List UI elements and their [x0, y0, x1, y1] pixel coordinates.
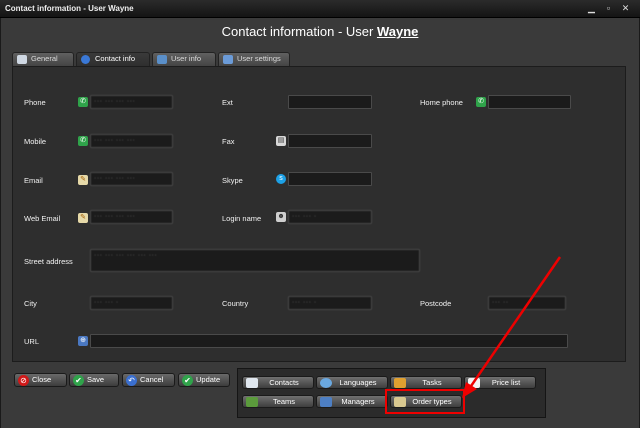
- teams-icon: [246, 397, 258, 407]
- user-settings-icon: [223, 55, 233, 64]
- home-phone-label: Home phone: [420, 98, 463, 107]
- globe-icon: ⊕: [78, 336, 88, 346]
- home-phone-field[interactable]: [488, 95, 571, 109]
- undo-icon: ↶: [126, 375, 137, 386]
- skype-label: Skype: [222, 176, 243, 185]
- close-button-label: Close: [32, 375, 52, 384]
- tab-contact-info-label: Contact info: [95, 54, 136, 63]
- user-icon: ☻: [276, 212, 286, 222]
- street-address-field[interactable]: ··· ··· ··· ··· ··· ···: [90, 249, 420, 272]
- close-button[interactable]: ⊘ Close: [14, 373, 67, 387]
- web-email-field[interactable]: ··· ··· ··· ···: [90, 210, 173, 224]
- fax-field[interactable]: [288, 134, 372, 148]
- phone-label: Phone: [24, 98, 46, 107]
- info-icon: [81, 55, 90, 64]
- languages-icon: [320, 378, 332, 388]
- tab-contact-info[interactable]: Contact info: [76, 52, 150, 67]
- managers-icon: [320, 397, 332, 407]
- window-title: Contact information - User Wayne: [5, 4, 134, 13]
- id-card-icon: [17, 55, 27, 64]
- tasks-button[interactable]: Tasks: [390, 376, 462, 389]
- tasks-button-label: Tasks: [422, 378, 442, 387]
- tab-user-settings[interactable]: User settings: [218, 52, 290, 66]
- order-types-highlight: [385, 389, 465, 414]
- email-field[interactable]: ··· ··· ··· ···: [90, 172, 173, 186]
- url-label: URL: [24, 337, 40, 346]
- languages-button[interactable]: Languages: [316, 376, 388, 389]
- ext-field[interactable]: [288, 95, 372, 109]
- web-email-icon: ✎: [78, 213, 88, 223]
- postcode-label: Postcode: [420, 299, 452, 308]
- city-field[interactable]: ··· ··· ·: [90, 296, 173, 310]
- update-button[interactable]: ✔ Update: [178, 373, 230, 387]
- close-window-icon[interactable]: ✕: [620, 3, 631, 14]
- email-label: Email: [24, 176, 43, 185]
- contacts-button-label: Contacts: [269, 378, 299, 387]
- email-icon: ✎: [78, 175, 88, 185]
- title-bar: Contact information - User Wayne ▁ ▫ ✕: [0, 0, 640, 18]
- contacts-icon: [246, 378, 258, 388]
- managers-button-label: Managers: [341, 397, 375, 406]
- phone-field[interactable]: ··· ··· ··· ···: [90, 95, 173, 109]
- tab-general-label: General: [31, 54, 58, 63]
- cancel-button[interactable]: ↶ Cancel: [122, 373, 175, 387]
- street-address-label: Street address: [24, 257, 73, 266]
- price-list-button-label: Price list: [491, 378, 521, 387]
- home-phone-icon: ✆: [476, 97, 486, 107]
- page-title-prefix: Contact information - User: [221, 24, 377, 39]
- save-button-label: Save: [87, 375, 105, 384]
- cancel-button-label: Cancel: [140, 375, 164, 384]
- price-list-button[interactable]: Price list: [464, 376, 536, 389]
- country-label: Country: [222, 299, 249, 308]
- fax-label: Fax: [222, 137, 235, 146]
- save-button[interactable]: ✔ Save: [69, 373, 119, 387]
- contacts-button[interactable]: Contacts: [242, 376, 314, 389]
- languages-button-label: Languages: [339, 378, 377, 387]
- mobile-field[interactable]: ··· ··· ··· ···: [90, 134, 173, 148]
- price-list-icon: [468, 378, 480, 388]
- mobile-label: Mobile: [24, 137, 47, 146]
- mobile-icon: ✆: [78, 136, 88, 146]
- page-title-user: Wayne: [376, 24, 419, 39]
- teams-button-label: Teams: [272, 397, 296, 406]
- web-email-label: Web Email: [24, 214, 61, 223]
- login-name-field[interactable]: ··· ··· ·: [288, 210, 372, 224]
- close-icon: ⊘: [18, 375, 29, 386]
- skype-icon: s: [276, 174, 286, 184]
- skype-field[interactable]: [288, 172, 372, 186]
- url-field[interactable]: [90, 334, 568, 348]
- postcode-field[interactable]: ··· ··: [488, 296, 566, 310]
- managers-button[interactable]: Managers: [316, 395, 388, 408]
- user-info-icon: [157, 55, 167, 64]
- update-check-icon: ✔: [182, 375, 193, 386]
- maximize-icon[interactable]: ▫: [603, 3, 614, 14]
- page-title: Contact information - User Wayne: [0, 24, 640, 39]
- phone-icon: ✆: [78, 97, 88, 107]
- country-field[interactable]: ··· ··· ·: [288, 296, 372, 310]
- update-button-label: Update: [196, 375, 221, 384]
- login-name-label: Login name: [222, 214, 262, 223]
- printer-icon: ▤: [276, 136, 286, 146]
- save-check-icon: ✔: [73, 375, 84, 386]
- minimize-icon[interactable]: ▁: [586, 3, 597, 14]
- ext-label: Ext: [222, 98, 233, 107]
- tab-general[interactable]: General: [12, 52, 74, 66]
- city-label: City: [24, 299, 37, 308]
- tab-user-info-label: User info: [171, 54, 202, 63]
- tab-user-settings-label: User settings: [237, 54, 281, 63]
- teams-button[interactable]: Teams: [242, 395, 314, 408]
- tasks-icon: [394, 378, 406, 388]
- tab-user-info[interactable]: User info: [152, 52, 216, 66]
